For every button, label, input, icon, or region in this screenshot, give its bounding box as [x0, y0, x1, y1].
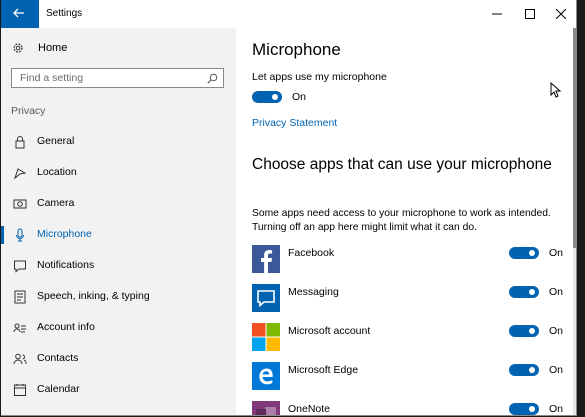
toggle-state: On — [549, 325, 564, 337]
toggle-knob — [529, 250, 535, 256]
edge-icon — [252, 362, 280, 390]
toggle-state: On — [549, 286, 564, 298]
app-row-microsoft-account: Microsoft account On — [252, 323, 564, 353]
privacy-statement-link[interactable]: Privacy Statement — [252, 117, 337, 129]
onenote-toggle[interactable] — [509, 403, 539, 415]
toggle-knob — [529, 289, 535, 295]
facebook-toggle[interactable] — [509, 247, 539, 259]
account-info-icon — [13, 323, 26, 333]
toggle-state: On — [549, 403, 564, 415]
app-row-microsoft-edge: Microsoft Edge On — [252, 362, 564, 392]
search-icon[interactable] — [207, 73, 218, 84]
calendar-icon — [14, 384, 26, 396]
sidebar-item-label: Contacts — [37, 352, 79, 364]
toggle-state: On — [549, 364, 564, 376]
onenote-icon — [252, 401, 280, 415]
app-name: Microsoft Edge — [288, 364, 359, 376]
app-name: Microsoft account — [288, 325, 371, 337]
sidebar-item-label: Camera — [37, 197, 75, 209]
app-name: Messaging — [288, 286, 339, 298]
microsoft-account-toggle[interactable] — [509, 325, 539, 337]
master-toggle-label: Let apps use my microphone — [252, 71, 387, 83]
app-name: Facebook — [288, 247, 335, 259]
sidebar-item-calendar[interactable]: Calendar — [1, 378, 236, 402]
settings-window: Settings Home Privacy — [1, 0, 577, 416]
sidebar-item-label: Location — [37, 166, 77, 178]
main-content: Microphone Let apps use my microphone On… — [236, 28, 576, 415]
gear-icon — [13, 43, 23, 53]
master-microphone-toggle[interactable] — [252, 91, 282, 103]
scroll-thumb[interactable] — [573, 28, 576, 248]
title-bar: Settings — [1, 0, 576, 28]
facebook-icon — [252, 245, 280, 273]
close-icon — [556, 9, 566, 19]
microsoft-icon — [252, 323, 280, 351]
sidebar-item-label: Notifications — [37, 259, 95, 271]
sidebar-item-camera[interactable]: Camera — [1, 192, 236, 216]
mouse-cursor-icon — [550, 82, 562, 98]
maximize-icon — [525, 9, 535, 19]
contacts-icon — [13, 353, 27, 365]
sidebar-item-label: Microphone — [37, 228, 92, 240]
master-toggle-state: On — [292, 91, 307, 103]
toggle-knob — [272, 94, 278, 100]
section-title: Choose apps that can use your microphone — [252, 156, 552, 173]
toggle-state: On — [549, 247, 564, 259]
section-description: Some apps need access to your microphone… — [252, 208, 551, 233]
privacy-group-label: Privacy — [11, 105, 46, 117]
toggle-knob — [529, 328, 535, 334]
minimize-icon — [492, 13, 502, 15]
arrow-left-icon — [13, 8, 24, 18]
sidebar-item-contacts[interactable]: Contacts — [1, 347, 236, 371]
app-row-messaging: Messaging On — [252, 284, 564, 314]
lock-icon — [15, 136, 25, 149]
app-row-onenote: OneNote On — [252, 401, 564, 415]
app-row-facebook: Facebook On — [252, 245, 564, 275]
location-icon — [13, 168, 27, 180]
sidebar-item-microphone[interactable]: Microphone — [1, 223, 236, 247]
page-title: Microphone — [252, 40, 341, 59]
microphone-icon — [16, 228, 24, 242]
toggle-knob — [529, 367, 535, 373]
minimize-button[interactable] — [481, 0, 514, 28]
camera-icon — [13, 199, 27, 209]
sidebar-item-account-info[interactable]: Account info — [1, 316, 236, 340]
maximize-button[interactable] — [514, 0, 547, 28]
speech-icon — [14, 290, 26, 304]
window-title: Settings — [46, 8, 83, 19]
sidebar-item-label: Account info — [37, 321, 95, 333]
sidebar-item-label: Speech, inking, & typing — [37, 290, 150, 302]
messaging-icon — [252, 284, 280, 312]
microsoft-edge-toggle[interactable] — [509, 364, 539, 376]
back-button[interactable] — [1, 0, 39, 28]
sidebar: Home Privacy General Location — [1, 28, 236, 415]
sidebar-item-speech[interactable]: Speech, inking, & typing — [1, 285, 236, 309]
home-label: Home — [38, 42, 68, 54]
search-input[interactable] — [12, 69, 200, 87]
notifications-icon — [14, 260, 26, 273]
sidebar-item-notifications[interactable]: Notifications — [1, 254, 236, 278]
search-box — [11, 68, 224, 88]
messaging-toggle[interactable] — [509, 286, 539, 298]
sidebar-item-label: Calendar — [37, 383, 80, 395]
sidebar-item-general[interactable]: General — [1, 130, 236, 154]
sidebar-item-label: General — [37, 135, 75, 147]
app-name: OneNote — [288, 403, 331, 415]
close-button[interactable] — [545, 0, 576, 28]
toggle-knob — [529, 406, 535, 412]
sidebar-item-location[interactable]: Location — [1, 161, 236, 185]
main-scrollbar[interactable] — [573, 28, 576, 415]
